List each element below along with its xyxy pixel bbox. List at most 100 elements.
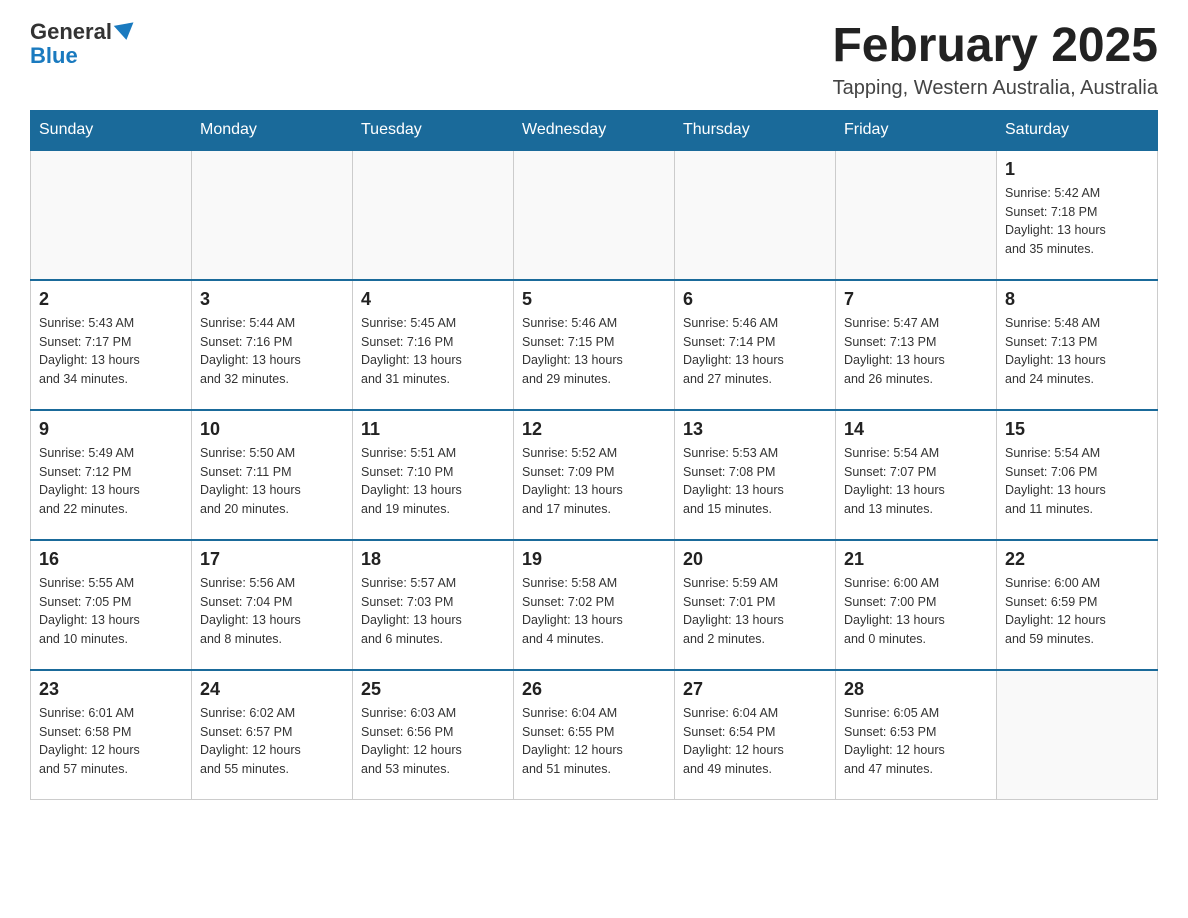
location-text: Tapping, Western Australia, Australia xyxy=(832,77,1158,100)
page-header: General Blue February 2025 Tapping, West… xyxy=(30,20,1158,100)
day-number: 14 xyxy=(844,419,988,440)
day-number: 24 xyxy=(200,679,344,700)
calendar-day-19: 19 Sunrise: 5:58 AMSunset: 7:02 PMDayligh… xyxy=(514,540,675,670)
calendar-day-10: 10 Sunrise: 5:50 AMSunset: 7:11 PMDayligh… xyxy=(192,410,353,540)
day-info: Sunrise: 5:43 AMSunset: 7:17 PMDaylight:… xyxy=(39,314,183,389)
day-info: Sunrise: 6:03 AMSunset: 6:56 PMDaylight:… xyxy=(361,704,505,779)
calendar-day-22: 22 Sunrise: 6:00 AMSunset: 6:59 PMDayligh… xyxy=(997,540,1158,670)
day-number: 3 xyxy=(200,289,344,310)
calendar-day-27: 27 Sunrise: 6:04 AMSunset: 6:54 PMDayligh… xyxy=(675,670,836,800)
header-saturday: Saturday xyxy=(997,110,1158,150)
calendar-week-4: 16 Sunrise: 5:55 AMSunset: 7:05 PMDayligh… xyxy=(31,540,1158,670)
header-monday: Monday xyxy=(192,110,353,150)
day-number: 23 xyxy=(39,679,183,700)
day-info: Sunrise: 5:55 AMSunset: 7:05 PMDaylight:… xyxy=(39,574,183,649)
day-info: Sunrise: 5:57 AMSunset: 7:03 PMDaylight:… xyxy=(361,574,505,649)
calendar-day-17: 17 Sunrise: 5:56 AMSunset: 7:04 PMDayligh… xyxy=(192,540,353,670)
day-number: 12 xyxy=(522,419,666,440)
day-info: Sunrise: 5:56 AMSunset: 7:04 PMDaylight:… xyxy=(200,574,344,649)
day-number: 20 xyxy=(683,549,827,570)
day-info: Sunrise: 5:45 AMSunset: 7:16 PMDaylight:… xyxy=(361,314,505,389)
logo: General Blue xyxy=(30,20,138,68)
calendar-day-23: 23 Sunrise: 6:01 AMSunset: 6:58 PMDayligh… xyxy=(31,670,192,800)
calendar-day-8: 8 Sunrise: 5:48 AMSunset: 7:13 PMDaylight… xyxy=(997,280,1158,410)
day-info: Sunrise: 5:44 AMSunset: 7:16 PMDaylight:… xyxy=(200,314,344,389)
calendar-day-6: 6Sunrise: 5:46 AMSunset: 7:14 PMDaylight… xyxy=(675,280,836,410)
calendar-day-empty xyxy=(997,670,1158,800)
day-number: 17 xyxy=(200,549,344,570)
calendar-day-28: 28 Sunrise: 6:05 AMSunset: 6:53 PMDayligh… xyxy=(836,670,997,800)
header-thursday: Thursday xyxy=(675,110,836,150)
calendar-day-20: 20 Sunrise: 5:59 AMSunset: 7:01 PMDayligh… xyxy=(675,540,836,670)
day-info: Sunrise: 5:46 AMSunset: 7:14 PMDaylight:… xyxy=(683,314,827,389)
day-number: 8 xyxy=(1005,289,1149,310)
calendar-week-2: 2Sunrise: 5:43 AMSunset: 7:17 PMDaylight… xyxy=(31,280,1158,410)
calendar-day-13: 13 Sunrise: 5:53 AMSunset: 7:08 PMDayligh… xyxy=(675,410,836,540)
day-number: 21 xyxy=(844,549,988,570)
day-number: 19 xyxy=(522,549,666,570)
calendar-day-empty xyxy=(192,150,353,280)
day-info: Sunrise: 5:54 AMSunset: 7:07 PMDaylight:… xyxy=(844,444,988,519)
title-section: February 2025 Tapping, Western Australia… xyxy=(832,20,1158,100)
day-info: Sunrise: 5:52 AMSunset: 7:09 PMDaylight:… xyxy=(522,444,666,519)
day-info: Sunrise: 6:05 AMSunset: 6:53 PMDaylight:… xyxy=(844,704,988,779)
day-info: Sunrise: 6:04 AMSunset: 6:54 PMDaylight:… xyxy=(683,704,827,779)
calendar-day-3: 3 Sunrise: 5:44 AMSunset: 7:16 PMDaylight… xyxy=(192,280,353,410)
calendar-day-empty xyxy=(353,150,514,280)
day-info: Sunrise: 5:54 AMSunset: 7:06 PMDaylight:… xyxy=(1005,444,1149,519)
day-info: Sunrise: 5:50 AMSunset: 7:11 PMDaylight:… xyxy=(200,444,344,519)
calendar-header-row: SundayMondayTuesdayWednesdayThursdayFrid… xyxy=(31,110,1158,150)
day-number: 16 xyxy=(39,549,183,570)
day-number: 4 xyxy=(361,289,505,310)
calendar-day-11: 11 Sunrise: 5:51 AMSunset: 7:10 PMDayligh… xyxy=(353,410,514,540)
calendar-day-9: 9 Sunrise: 5:49 AMSunset: 7:12 PMDaylight… xyxy=(31,410,192,540)
calendar-week-3: 9 Sunrise: 5:49 AMSunset: 7:12 PMDaylight… xyxy=(31,410,1158,540)
day-number: 27 xyxy=(683,679,827,700)
month-title: February 2025 xyxy=(832,20,1158,73)
logo-general-text: General xyxy=(30,20,112,44)
logo-blue-text: Blue xyxy=(30,43,78,68)
day-number: 15 xyxy=(1005,419,1149,440)
calendar-week-1: 1Sunrise: 5:42 AMSunset: 7:18 PMDaylight… xyxy=(31,150,1158,280)
day-number: 13 xyxy=(683,419,827,440)
day-info: Sunrise: 6:04 AMSunset: 6:55 PMDaylight:… xyxy=(522,704,666,779)
header-tuesday: Tuesday xyxy=(353,110,514,150)
calendar-day-12: 12 Sunrise: 5:52 AMSunset: 7:09 PMDayligh… xyxy=(514,410,675,540)
calendar-day-7: 7 Sunrise: 5:47 AMSunset: 7:13 PMDaylight… xyxy=(836,280,997,410)
day-info: Sunrise: 5:49 AMSunset: 7:12 PMDaylight:… xyxy=(39,444,183,519)
calendar-day-16: 16 Sunrise: 5:55 AMSunset: 7:05 PMDayligh… xyxy=(31,540,192,670)
day-info: Sunrise: 5:48 AMSunset: 7:13 PMDaylight:… xyxy=(1005,314,1149,389)
calendar-day-15: 15 Sunrise: 5:54 AMSunset: 7:06 PMDayligh… xyxy=(997,410,1158,540)
day-number: 5 xyxy=(522,289,666,310)
calendar-week-5: 23 Sunrise: 6:01 AMSunset: 6:58 PMDayligh… xyxy=(31,670,1158,800)
calendar-day-26: 26 Sunrise: 6:04 AMSunset: 6:55 PMDayligh… xyxy=(514,670,675,800)
day-number: 11 xyxy=(361,419,505,440)
calendar-day-5: 5 Sunrise: 5:46 AMSunset: 7:15 PMDaylight… xyxy=(514,280,675,410)
day-number: 10 xyxy=(200,419,344,440)
day-info: Sunrise: 5:58 AMSunset: 7:02 PMDaylight:… xyxy=(522,574,666,649)
day-number: 7 xyxy=(844,289,988,310)
calendar-day-empty xyxy=(675,150,836,280)
calendar-day-24: 24 Sunrise: 6:02 AMSunset: 6:57 PMDayligh… xyxy=(192,670,353,800)
day-info: Sunrise: 5:59 AMSunset: 7:01 PMDaylight:… xyxy=(683,574,827,649)
calendar-day-18: 18Sunrise: 5:57 AMSunset: 7:03 PMDayligh… xyxy=(353,540,514,670)
day-info: Sunrise: 6:00 AMSunset: 6:59 PMDaylight:… xyxy=(1005,574,1149,649)
header-sunday: Sunday xyxy=(31,110,192,150)
day-number: 26 xyxy=(522,679,666,700)
day-info: Sunrise: 5:46 AMSunset: 7:15 PMDaylight:… xyxy=(522,314,666,389)
calendar-day-1: 1Sunrise: 5:42 AMSunset: 7:18 PMDaylight… xyxy=(997,150,1158,280)
calendar-day-empty xyxy=(836,150,997,280)
day-info: Sunrise: 5:53 AMSunset: 7:08 PMDaylight:… xyxy=(683,444,827,519)
day-info: Sunrise: 6:02 AMSunset: 6:57 PMDaylight:… xyxy=(200,704,344,779)
day-info: Sunrise: 5:51 AMSunset: 7:10 PMDaylight:… xyxy=(361,444,505,519)
day-info: Sunrise: 5:47 AMSunset: 7:13 PMDaylight:… xyxy=(844,314,988,389)
day-number: 28 xyxy=(844,679,988,700)
header-wednesday: Wednesday xyxy=(514,110,675,150)
calendar-day-empty xyxy=(514,150,675,280)
day-info: Sunrise: 6:01 AMSunset: 6:58 PMDaylight:… xyxy=(39,704,183,779)
day-number: 9 xyxy=(39,419,183,440)
header-friday: Friday xyxy=(836,110,997,150)
calendar-day-21: 21Sunrise: 6:00 AMSunset: 7:00 PMDayligh… xyxy=(836,540,997,670)
day-number: 22 xyxy=(1005,549,1149,570)
logo-triangle-icon xyxy=(114,22,136,41)
